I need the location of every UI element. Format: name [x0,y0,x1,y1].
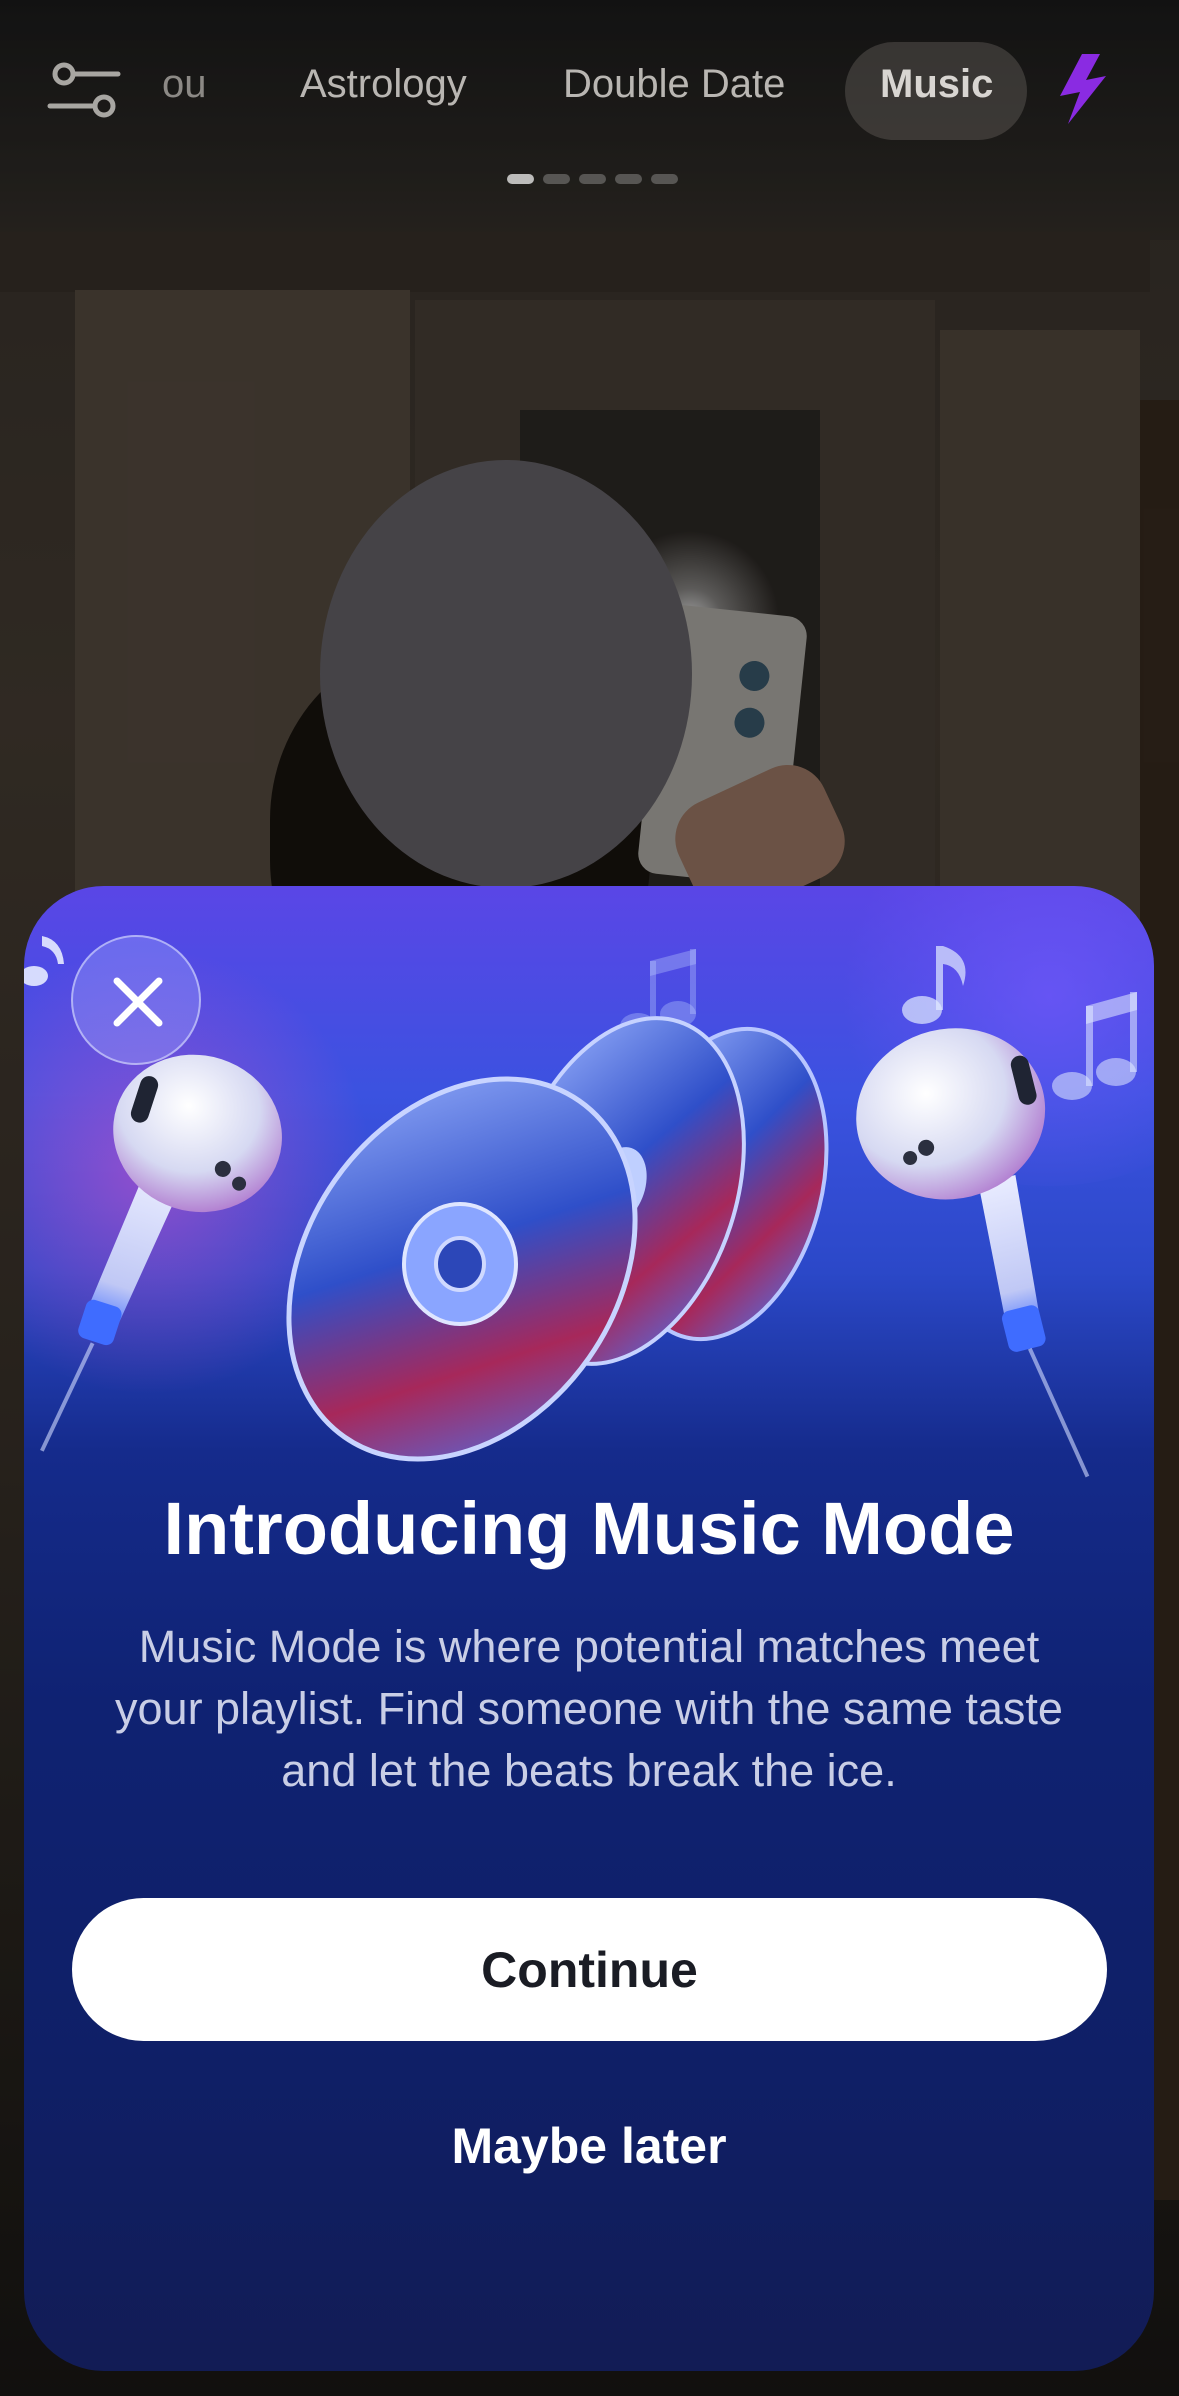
music-mode-intro-modal: Introducing Music Mode Music Mode is whe… [24,886,1154,2371]
boost-button[interactable] [1050,52,1116,126]
continue-button[interactable]: Continue [72,1898,1107,2041]
sliders-icon [47,62,121,118]
page-dot-5 [651,174,678,184]
mode-tab-bar: ou Astrology Double Date Music [0,0,1179,200]
tab-for-you[interactable]: ou [162,62,207,107]
music-note-icon [902,946,966,1024]
page-dot-1 [507,174,534,184]
page-dot-2 [543,174,570,184]
music-note-icon [1052,992,1137,1100]
close-icon [113,977,163,1027]
earbud-left [40,1054,282,1452]
music-note-icon [24,936,64,986]
modal-title: Introducing Music Mode [163,1487,1015,1570]
continue-button-label: Continue [481,1941,698,1998]
tab-music[interactable]: Music [880,62,993,107]
tab-astrology[interactable]: Astrology [300,62,467,107]
photo-page-indicator [507,174,678,186]
maybe-later-button[interactable]: Maybe later [374,2106,804,2186]
filter-button[interactable] [44,52,124,132]
close-button[interactable] [71,935,201,1065]
page-dot-4 [615,174,642,184]
modal-description: Music Mode is where potential matches me… [115,1621,1063,1796]
tab-double-date[interactable]: Double Date [563,62,785,107]
maybe-later-label: Maybe later [451,2118,727,2174]
page-dot-3 [579,174,606,184]
lightning-bolt-icon [1060,54,1106,124]
